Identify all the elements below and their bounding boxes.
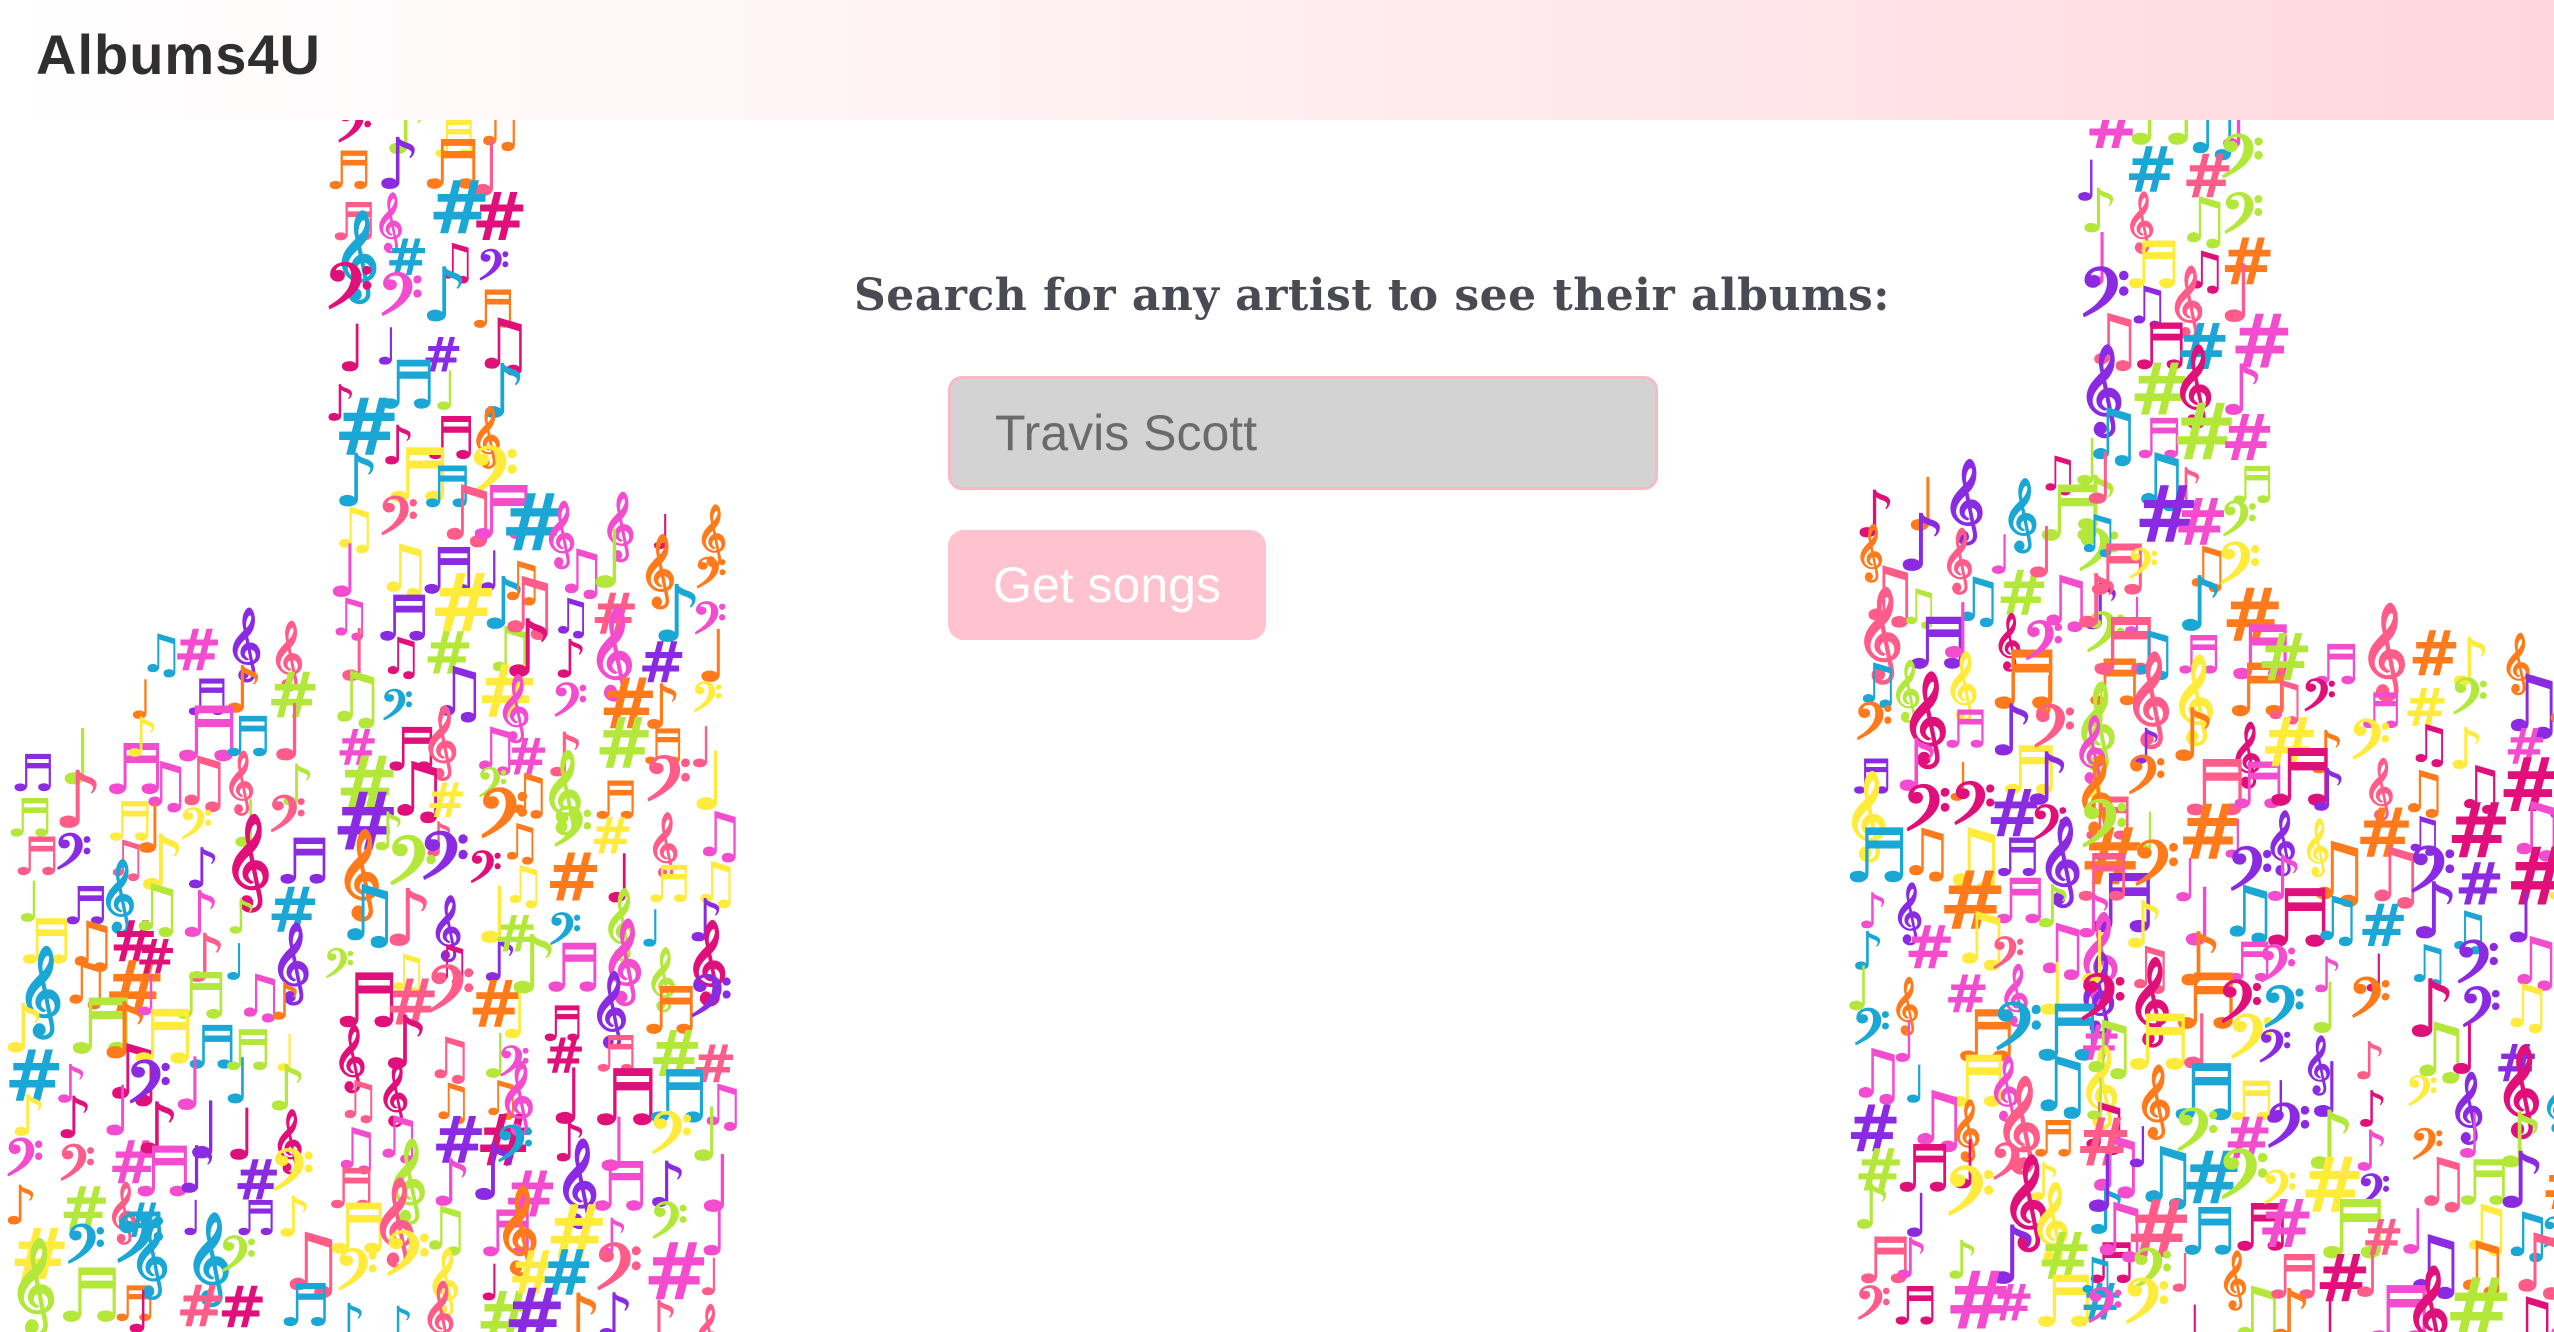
music-note-icon: # <box>218 1273 267 1332</box>
music-note-icon: 𝄞 <box>9 1237 57 1332</box>
music-notes-illustration: ♬ ♩ ♬♬ ♪ ♬♬𝄢 ♫♩ ♬𝄞♬♫#𝄞♫#♪ ♬♪#♪ ♫♪ ♪ ♩𝄢 𝄢 #♪ #𝄞#𝄢 𝄢𝄞 ♬♬♫… <box>2 72 2554 1332</box>
search-prompt: Search for any artist to see their album… <box>854 270 1891 321</box>
music-note-icon: ♪ <box>2547 1289 2554 1332</box>
music-note-icon: ♪ <box>268 974 301 1033</box>
music-note-icon: ♪ <box>2267 1274 2312 1332</box>
app-title: Albums4U <box>36 23 321 86</box>
music-note-icon: 𝄢 <box>2122 1265 2170 1332</box>
page: Albums4U ♬ ♩ ♬ ♬ ♪ ♬ ♬ 𝄢 ♫ ♩ ♬ 𝄞 ♬ ♫ # 𝄞 ♫ # ♪ ♬ ♪ # ♪ ♫ ♪ ♪ ♩ 𝄢 𝄢 # ♪… <box>0 0 2554 1332</box>
music-note-icon: 𝄢 <box>2085 1278 2122 1332</box>
artist-search-input[interactable] <box>948 376 1658 490</box>
music-note-icon: ♩ <box>125 1278 152 1332</box>
music-note-icon: ♪ <box>383 1296 414 1332</box>
music-note-icon: 𝄞 <box>422 1280 456 1332</box>
music-note-icon: 𝄢 <box>1855 1277 1891 1332</box>
music-note-icon: ♪ <box>595 1279 635 1332</box>
music-note-icon: ♩ <box>2179 1295 2203 1332</box>
music-note-icon: ♪ <box>332 1293 366 1332</box>
music-note-icon: ♪ <box>640 1288 679 1332</box>
music-note-icon: ♬ <box>1891 1276 1939 1332</box>
music-note-icon: ♫ <box>2500 972 2554 1042</box>
music-note-icon: ♪ <box>421 251 469 339</box>
music-note-icon: 𝄞 <box>693 1304 721 1332</box>
music-note-icon: ♩ <box>698 1249 722 1308</box>
header-bar: Albums4U <box>0 0 2554 120</box>
music-note-icon: ♩ <box>2310 1285 2339 1332</box>
music-note-icon: # <box>1991 1275 2034 1332</box>
get-songs-button[interactable]: Get songs <box>948 530 1266 640</box>
music-note-icon: ♪ <box>2310 757 2347 825</box>
music-note-icon: ♬ <box>278 1271 331 1332</box>
music-note-icon: ♫ <box>2309 884 2364 955</box>
music-note-icon: 𝄢 <box>2406 1068 2438 1126</box>
music-note-icon: 𝄞 <box>2405 1264 2450 1332</box>
music-note-icon: ♬ <box>1942 700 1989 760</box>
